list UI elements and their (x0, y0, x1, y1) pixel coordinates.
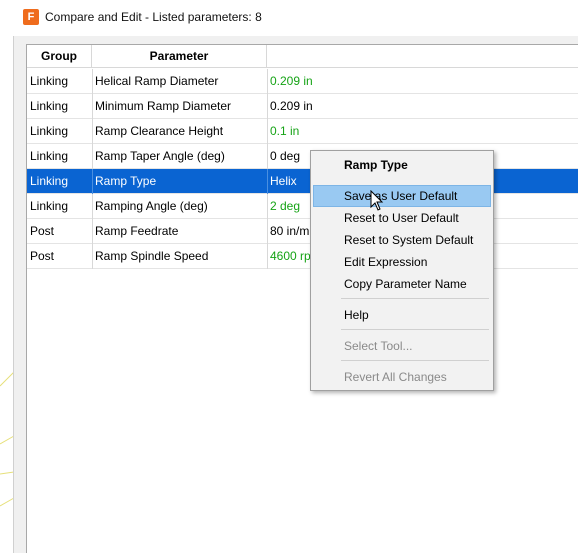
cell-parameter: Ramp Feedrate (95, 224, 179, 238)
menu-separator (341, 360, 489, 361)
table-row[interactable]: Linking Ramping Angle (deg) 2 deg (27, 194, 578, 219)
cell-value[interactable]: 0.209 in (270, 69, 570, 93)
cell-group: Linking (30, 149, 69, 163)
context-menu-header: Ramp Type (344, 158, 408, 172)
menu-item-help[interactable]: Help (313, 304, 491, 326)
app-logo-icon: F (23, 9, 39, 25)
cell-group: Linking (30, 124, 69, 138)
cell-parameter: Helical Ramp Diameter (95, 74, 219, 88)
table-row-selected[interactable]: Linking Ramp Type Helix (27, 169, 578, 194)
cell-parameter: Ramp Type (95, 174, 157, 188)
table-row[interactable]: Linking Ramp Clearance Height 0.1 in (27, 119, 578, 144)
menu-separator (341, 298, 489, 299)
context-menu: Ramp Type Save as User Default Reset to … (310, 150, 494, 391)
menu-item-save-as-user-default[interactable]: Save as User Default (313, 185, 491, 207)
table-header: Group Parameter (27, 45, 578, 68)
window-title: Compare and Edit - Listed parameters: 8 (45, 10, 262, 24)
cell-group: Post (30, 224, 55, 238)
cell-parameter: Ramping Angle (deg) (95, 199, 208, 213)
cell-group: Post (30, 249, 55, 263)
menu-item-select-tool: Select Tool... (344, 339, 413, 353)
title-bar[interactable]: F Compare and Edit - Listed parameters: … (0, 0, 578, 36)
column-header-parameter[interactable]: Parameter (92, 45, 267, 68)
cell-value[interactable]: 0.209 in (270, 94, 570, 118)
table-row[interactable]: Post Ramp Feedrate 80 in/m (27, 219, 578, 244)
menu-separator (341, 329, 489, 330)
cell-group: Linking (30, 99, 69, 113)
mouse-pointer-icon (370, 189, 384, 212)
cell-group: Linking (30, 199, 69, 213)
table-row[interactable]: Post Ramp Spindle Speed 4600 rp (27, 244, 578, 269)
menu-item-revert-all-changes: Revert All Changes (344, 370, 447, 384)
menu-item-reset-to-user-default[interactable]: Reset to User Default (313, 207, 491, 229)
menu-item-reset-to-system-default[interactable]: Reset to System Default (313, 229, 491, 251)
cell-value[interactable]: 0.1 in (270, 119, 570, 143)
cell-parameter: Minimum Ramp Diameter (95, 99, 232, 113)
parameter-table: Group Parameter Linking Helical Ramp Dia… (26, 44, 578, 553)
cell-parameter: Ramp Taper Angle (deg) (95, 149, 225, 163)
cell-parameter: Ramp Clearance Height (95, 124, 224, 138)
menu-item-copy-parameter-name[interactable]: Copy Parameter Name (313, 273, 491, 295)
column-header-group[interactable]: Group (27, 45, 92, 68)
table-row[interactable]: Linking Minimum Ramp Diameter 0.209 in (27, 94, 578, 119)
cell-group: Linking (30, 74, 69, 88)
table-row[interactable]: Linking Ramp Taper Angle (deg) 0 deg (27, 144, 578, 169)
cell-parameter: Ramp Spindle Speed (95, 249, 209, 263)
menu-item-edit-expression[interactable]: Edit Expression (313, 251, 491, 273)
cell-group: Linking (30, 174, 69, 188)
table-row[interactable]: Linking Helical Ramp Diameter 0.209 in (27, 69, 578, 94)
